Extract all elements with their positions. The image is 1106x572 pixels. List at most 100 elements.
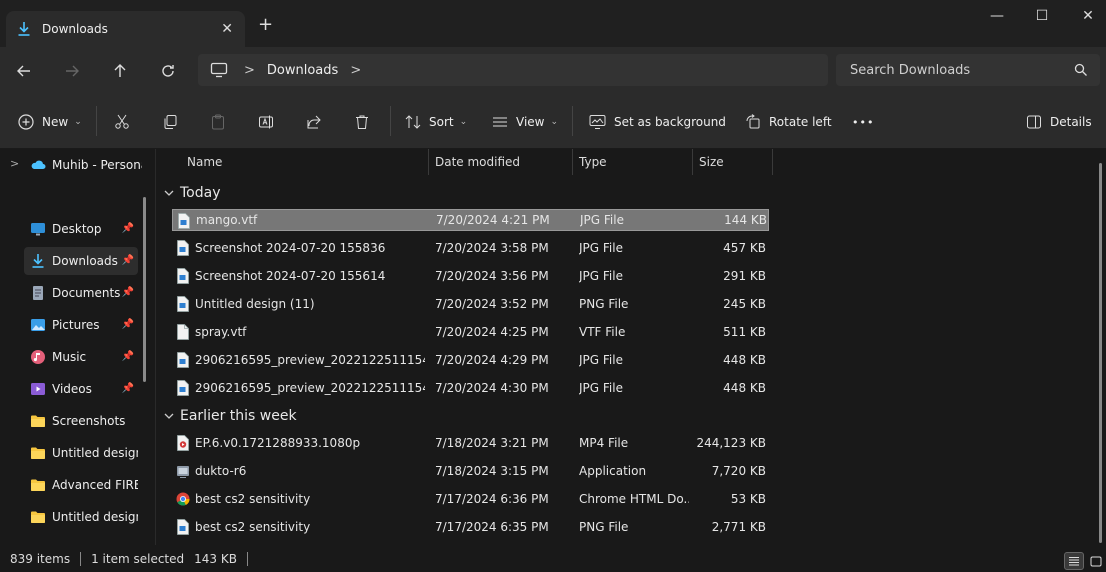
sidebar-item-desktop[interactable]: Desktop 📌 (24, 215, 138, 243)
maximize-button[interactable]: ☐ (1019, 8, 1065, 24)
share-button[interactable] (306, 112, 330, 132)
file-row[interactable]: best cs2 sensitivity 7/17/2024 6:36 PM Chr… (172, 488, 769, 510)
more-options-button[interactable]: ••• (852, 112, 874, 132)
column-header-size[interactable]: Size (699, 149, 724, 175)
file-row[interactable]: Screenshot 2024-07-20 155614 7/20/2024 3:… (172, 265, 769, 287)
divider (572, 106, 573, 136)
sidebar-item-downloads[interactable]: Downloads 📌 (24, 247, 138, 275)
sidebar-item-label: Desktop (52, 222, 102, 236)
sidebar-item-screenshots[interactable]: Screenshots (24, 407, 138, 435)
file-size: 511 KB (723, 325, 766, 339)
desktop-background-icon (589, 115, 606, 129)
refresh-button[interactable] (156, 59, 180, 83)
chevron-down-icon (164, 413, 174, 419)
file-row[interactable]: EP.6.v0.1721288933.1080p 7/18/2024 3:21 P… (172, 432, 769, 454)
group-header[interactable]: Earlier this week (164, 405, 297, 427)
scrollbar-thumb[interactable] (1099, 163, 1102, 543)
rename-button[interactable] (258, 112, 282, 132)
column-divider[interactable] (428, 149, 429, 175)
sidebar-item-advanced-fire-c[interactable]: Advanced FIRE C (24, 471, 138, 499)
view-button[interactable]: View ⌄ (492, 112, 558, 132)
chevron-down-icon: ⌄ (550, 117, 559, 127)
pin-icon[interactable]: 📌 (122, 383, 134, 394)
paste-button[interactable] (210, 112, 234, 132)
sidebar-item-music[interactable]: Music 📌 (24, 343, 138, 371)
new-tab-button[interactable]: + (258, 16, 273, 34)
image-file-icon (177, 240, 189, 256)
file-type: MP4 File (579, 436, 629, 450)
item-count: 839 items (10, 551, 71, 566)
breadcrumb-chevron-icon[interactable]: > (244, 63, 255, 78)
tiles-view-button[interactable] (1086, 552, 1106, 570)
file-row[interactable]: mango.vtf 7/20/2024 4:21 PM JPG File 144 KB (172, 209, 769, 231)
file-name: 2906216595_preview_20221225111549_1 (1) (195, 381, 425, 395)
sidebar-item-videos[interactable]: Videos 📌 (24, 375, 138, 403)
file-date: 7/20/2024 4:21 PM (436, 213, 550, 227)
this-pc-icon (210, 62, 228, 78)
chevron-down-icon: ⌄ (459, 117, 468, 127)
column-header-date[interactable]: Date modified (435, 149, 520, 175)
address-bar[interactable]: > Downloads > (198, 54, 828, 86)
rotate-left-button[interactable]: Rotate left (745, 112, 832, 132)
sidebar-item-label: Muhib - Persona (52, 158, 142, 172)
arrow-left-icon (17, 65, 30, 77)
column-header-name[interactable]: Name (187, 149, 222, 175)
pin-icon[interactable]: 📌 (122, 255, 134, 266)
sidebar-item-pictures[interactable]: Pictures 📌 (24, 311, 138, 339)
file-row[interactable]: best cs2 sensitivity 7/17/2024 6:35 PM PNG… (172, 516, 769, 538)
sort-icon (405, 115, 421, 129)
column-divider[interactable] (692, 149, 693, 175)
file-type: JPG File (579, 353, 623, 367)
folder-icon (31, 447, 45, 459)
search-input[interactable]: Search Downloads (836, 54, 1100, 86)
file-name: Untitled design (11) (195, 297, 315, 311)
sidebar-item-documents[interactable]: Documents 📌 (24, 279, 138, 307)
close-window-button[interactable]: ✕ (1065, 8, 1106, 24)
expand-chevron-icon[interactable]: > (10, 157, 19, 170)
cut-button[interactable] (114, 112, 138, 132)
file-row[interactable]: 2906216595_preview_20221225111549_1 7/20/… (172, 349, 769, 371)
details-view-button[interactable] (1064, 552, 1084, 570)
download-icon (32, 254, 44, 268)
file-list-scrollbar[interactable] (1092, 149, 1106, 545)
sidebar-item-onedrive[interactable]: Muhib - Persona (24, 151, 142, 179)
tab-close-icon[interactable]: ✕ (221, 21, 233, 37)
file-size: 448 KB (723, 381, 766, 395)
file-row[interactable]: 2906216595_preview_20221225111549_1 (1) 7… (172, 377, 769, 399)
share-icon (307, 115, 321, 129)
column-divider[interactable] (572, 149, 573, 175)
column-divider[interactable] (772, 149, 773, 175)
sort-button[interactable]: Sort ⌄ (405, 112, 467, 132)
tab-downloads[interactable]: Downloads ✕ (6, 11, 245, 47)
delete-button[interactable] (354, 112, 378, 132)
pin-icon[interactable]: 📌 (122, 223, 134, 234)
pin-icon[interactable]: 📌 (122, 351, 134, 362)
column-header-type[interactable]: Type (579, 149, 607, 175)
file-row[interactable]: Untitled design (11) 7/20/2024 3:52 PM PNG… (172, 293, 769, 315)
forward-button[interactable] (60, 59, 84, 83)
new-button[interactable]: New ⌄ (18, 112, 82, 132)
sidebar-item-label: Documents (52, 286, 121, 300)
file-type: Chrome HTML Do... (579, 492, 689, 506)
pin-icon[interactable]: 📌 (122, 287, 134, 298)
breadcrumb-downloads[interactable]: Downloads (267, 63, 338, 78)
sidebar-item-untitled-design[interactable]: Untitled design (24, 439, 138, 467)
up-button[interactable] (108, 59, 132, 83)
set-as-background-button[interactable]: Set as background (589, 112, 726, 132)
file-row[interactable]: dukto-r6 7/18/2024 3:15 PM Application 7,72… (172, 460, 769, 482)
pin-icon[interactable]: 📌 (122, 319, 134, 330)
group-header[interactable]: Today (164, 182, 221, 204)
file-type: JPG File (580, 213, 624, 227)
breadcrumb-chevron-icon[interactable]: > (350, 63, 361, 78)
pictures-icon (31, 319, 45, 331)
file-row[interactable]: Screenshot 2024-07-20 155836 7/20/2024 3:… (172, 237, 769, 259)
minimize-button[interactable]: — (974, 8, 1020, 24)
sidebar-scrollbar[interactable] (143, 197, 146, 382)
details-button[interactable]: Details (1026, 112, 1092, 132)
back-button[interactable] (12, 59, 36, 83)
copy-button[interactable] (162, 112, 186, 132)
tab-title: Downloads (42, 22, 108, 36)
rename-icon (259, 115, 273, 129)
sidebar-item-untitled-design[interactable]: Untitled design (24, 503, 138, 531)
file-row[interactable]: spray.vtf 7/20/2024 4:25 PM VTF File 511 KB (172, 321, 769, 343)
